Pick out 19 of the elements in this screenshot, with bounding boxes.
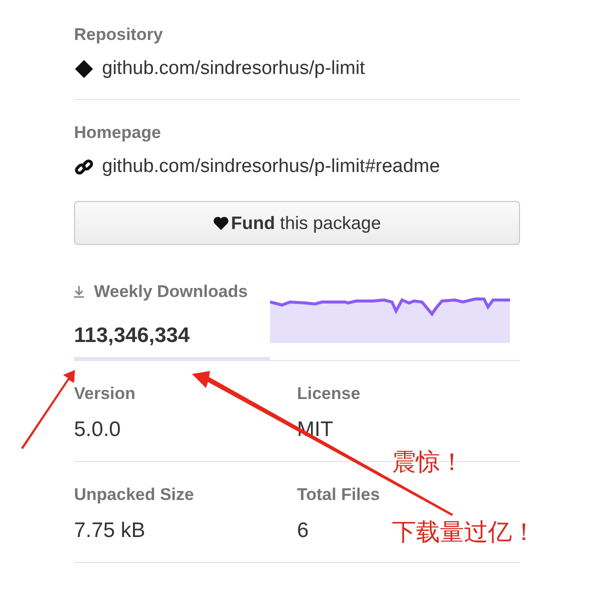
stat-value: 7.75 kB: [74, 518, 146, 544]
fund-button[interactable]: Fund this package: [74, 201, 520, 245]
stat-label: Version: [74, 383, 136, 405]
stat-label: Total Files: [297, 484, 381, 506]
section-label: Repository: [74, 24, 164, 46]
annotation-text: 震惊！: [392, 448, 464, 478]
diamond-icon: [74, 59, 94, 79]
section-label: Homepage: [74, 122, 162, 144]
link-icon: [74, 157, 94, 177]
repository-link[interactable]: github.com/sindresorhus/p-limit: [102, 57, 365, 81]
download-icon: [74, 286, 84, 298]
stat-value: 5.0.0: [74, 417, 121, 443]
annotation-text: 下载量过亿！: [392, 518, 536, 548]
homepage-link[interactable]: github.com/sindresorhus/p-limit#readme: [102, 155, 440, 179]
heart-icon: [212, 216, 229, 230]
stat-label: Unpacked Size: [74, 484, 195, 506]
downloads-label: Weekly Downloads: [94, 281, 248, 303]
stat-label: License: [297, 383, 362, 405]
stat-value: 6: [297, 518, 309, 544]
